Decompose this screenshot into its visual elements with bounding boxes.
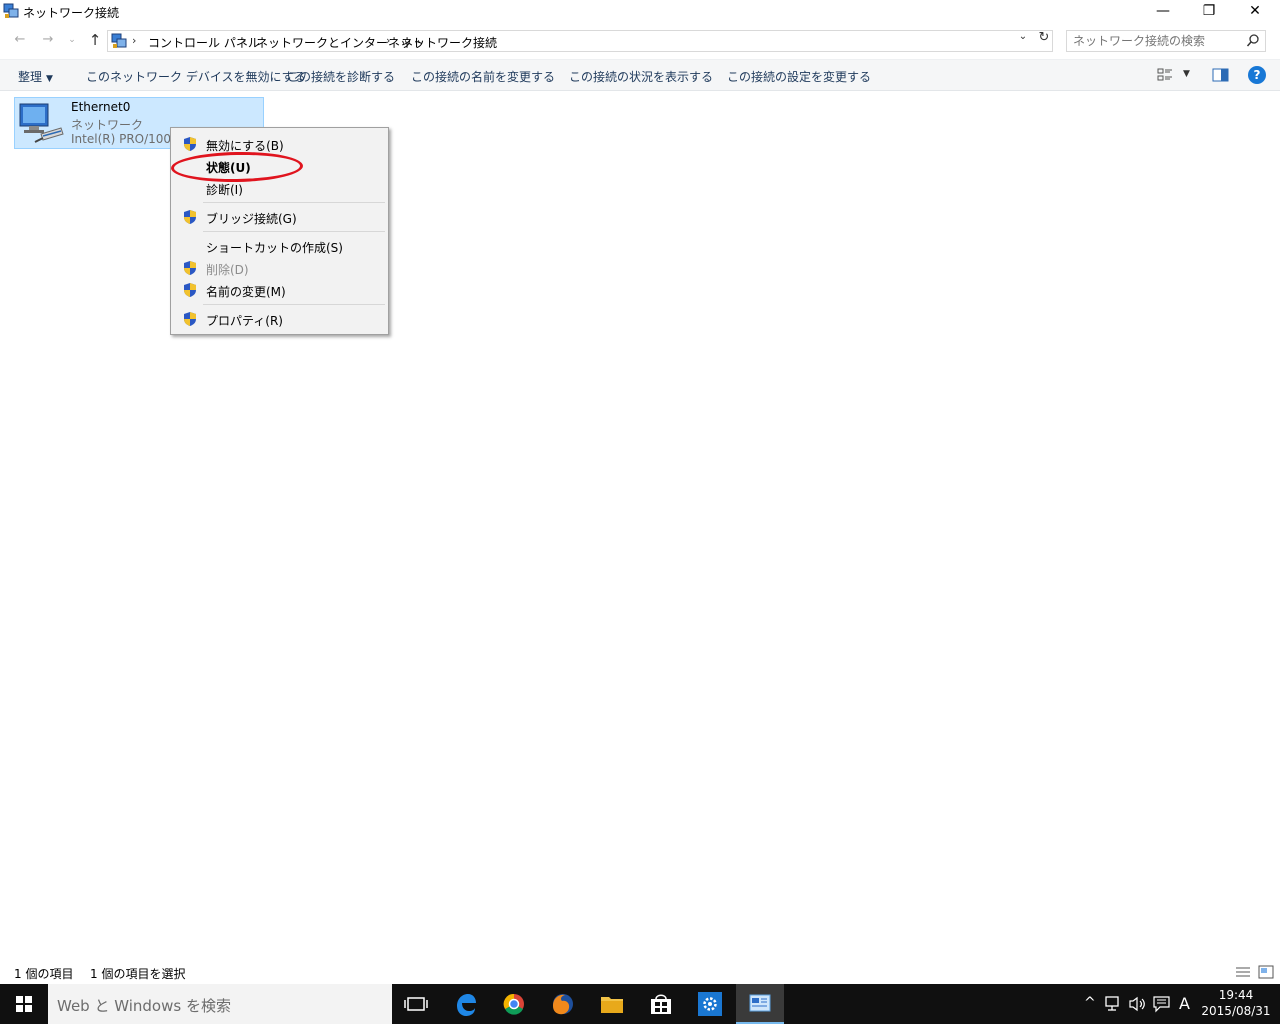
back-button[interactable]: ← [12, 32, 28, 48]
menu-item-label: 状態(U) [206, 161, 251, 175]
network-connections-icon [3, 3, 19, 18]
disable-device-button[interactable]: このネットワーク デバイスを無効にする [86, 68, 306, 85]
breadcrumb-network-connections[interactable]: ネットワーク接続 [401, 34, 497, 51]
address-dropdown-button[interactable]: ⌄ [1016, 31, 1030, 47]
navigation-row: ← → ⌄ ↑ › コントロール パネル › ネットワークとインターネット › … [0, 28, 1280, 54]
search-input[interactable] [1073, 33, 1243, 49]
maximize-button[interactable]: ❐ [1186, 0, 1232, 24]
menu-item-label: 無効にする(B) [206, 139, 284, 153]
taskbar: Web と Windows を検索 ^ A 19:44 2015/08/31 [0, 984, 1280, 1024]
up-button[interactable]: ↑ [87, 32, 103, 48]
control-panel-icon [111, 33, 127, 48]
details-view-icon[interactable] [1235, 965, 1251, 979]
search-icon[interactable] [1246, 33, 1260, 49]
address-bar[interactable]: › コントロール パネル › ネットワークとインターネット › ネットワーク接続 [107, 30, 1053, 52]
edge-browser-icon[interactable] [442, 984, 490, 1024]
breadcrumb-network-internet[interactable]: ネットワークとインターネット [256, 34, 424, 51]
menu-separator [203, 231, 385, 232]
show-hidden-icons-button[interactable]: ^ [1084, 995, 1096, 1011]
forward-button[interactable]: → [40, 32, 56, 48]
preview-pane-icon[interactable] [1212, 67, 1230, 83]
minimize-button[interactable]: — [1140, 0, 1186, 24]
context-menu: 無効にする(B) 状態(U) 診断(I) ブリッジ接続(G) ショートカットの作… [170, 127, 389, 335]
menu-separator [203, 202, 385, 203]
menu-item-rename[interactable]: 名前の変更(M) [173, 279, 386, 301]
store-icon[interactable] [637, 984, 685, 1024]
chevron-down-icon: ▼ [46, 74, 53, 84]
menu-item-properties[interactable]: プロパティ(R) [173, 308, 386, 330]
task-view-icon[interactable] [392, 984, 440, 1024]
refresh-button[interactable]: ↻ [1036, 30, 1052, 48]
rename-connection-button[interactable]: この接続の名前を変更する [411, 68, 555, 85]
taskbar-search-placeholder: Web と Windows を検索 [57, 997, 231, 1015]
network-tray-icon[interactable] [1104, 995, 1124, 1013]
menu-separator [203, 304, 385, 305]
taskbar-search-box[interactable]: Web と Windows を検索 [48, 984, 392, 1024]
menu-item-status[interactable]: 状態(U) [173, 155, 386, 177]
breadcrumb-separator: › [132, 34, 137, 47]
title-bar: ネットワーク接続 — ❐ ✕ [0, 0, 1280, 24]
connection-network: ネットワーク [71, 118, 144, 132]
network-adapter-icon [19, 103, 64, 143]
view-status-button[interactable]: この接続の状況を表示する [569, 68, 713, 85]
ime-indicator[interactable]: A [1179, 994, 1190, 1013]
command-bar: 整理 ▼ このネットワーク デバイスを無効にする この接続を診断する この接続の名… [0, 59, 1280, 91]
menu-item-label: 削除(D) [206, 263, 249, 277]
connection-name: Ethernet0 [71, 100, 131, 114]
uac-shield-icon [184, 261, 196, 275]
uac-shield-icon [184, 312, 196, 326]
action-center-icon[interactable] [1152, 995, 1172, 1013]
menu-item-disable[interactable]: 無効にする(B) [173, 133, 386, 155]
clock-time: 19:44 [1218, 988, 1254, 1002]
change-settings-button[interactable]: この接続の設定を変更する [727, 68, 871, 85]
menu-item-delete: 削除(D) [173, 257, 386, 279]
file-explorer-icon[interactable] [588, 984, 636, 1024]
selected-count: 1 個の項目を選択 [90, 967, 186, 981]
firefox-browser-icon[interactable] [539, 984, 587, 1024]
uac-shield-icon [184, 283, 196, 297]
menu-item-create-shortcut[interactable]: ショートカットの作成(S) [173, 235, 386, 257]
menu-item-bridge[interactable]: ブリッジ接続(G) [173, 206, 386, 228]
settings-gear-icon[interactable] [686, 984, 734, 1024]
item-count: 1 個の項目 [14, 967, 74, 981]
clock-date: 2015/08/31 [1201, 1004, 1271, 1018]
status-bar: 1 個の項目 1 個の項目を選択 [0, 962, 1280, 984]
organize-button[interactable]: 整理 ▼ [18, 68, 53, 85]
menu-item-label: 診断(I) [206, 183, 243, 197]
breadcrumb-separator: › [242, 34, 247, 47]
large-icons-view-icon[interactable] [1258, 965, 1274, 979]
clock[interactable]: 19:44 2015/08/31 [1196, 987, 1276, 1019]
view-options-icon[interactable] [1157, 67, 1175, 83]
uac-shield-icon [184, 210, 196, 224]
menu-item-label: プロパティ(R) [206, 314, 283, 328]
window-title: ネットワーク接続 [23, 6, 120, 20]
help-button[interactable]: ? [1248, 66, 1266, 84]
menu-item-label: ショートカットの作成(S) [206, 241, 343, 255]
recent-locations-button[interactable]: ⌄ [64, 32, 80, 48]
windows-start-icon[interactable] [0, 984, 48, 1024]
network-connections-taskbar-button[interactable] [736, 984, 784, 1024]
close-button[interactable]: ✕ [1232, 0, 1278, 24]
diagnose-connection-button[interactable]: この接続を診断する [287, 68, 395, 85]
organize-label: 整理 [18, 70, 43, 84]
breadcrumb-separator: › [386, 34, 391, 47]
menu-item-diagnose[interactable]: 診断(I) [173, 177, 386, 199]
view-dropdown-chevron-icon[interactable]: ▼ [1183, 69, 1190, 79]
search-box[interactable] [1066, 30, 1266, 52]
menu-item-label: 名前の変更(M) [206, 285, 286, 299]
chrome-browser-icon[interactable] [490, 984, 538, 1024]
volume-icon[interactable] [1128, 995, 1148, 1013]
menu-item-label: ブリッジ接続(G) [206, 212, 297, 226]
network-connections-icon [749, 994, 771, 1012]
uac-shield-icon [184, 137, 196, 151]
